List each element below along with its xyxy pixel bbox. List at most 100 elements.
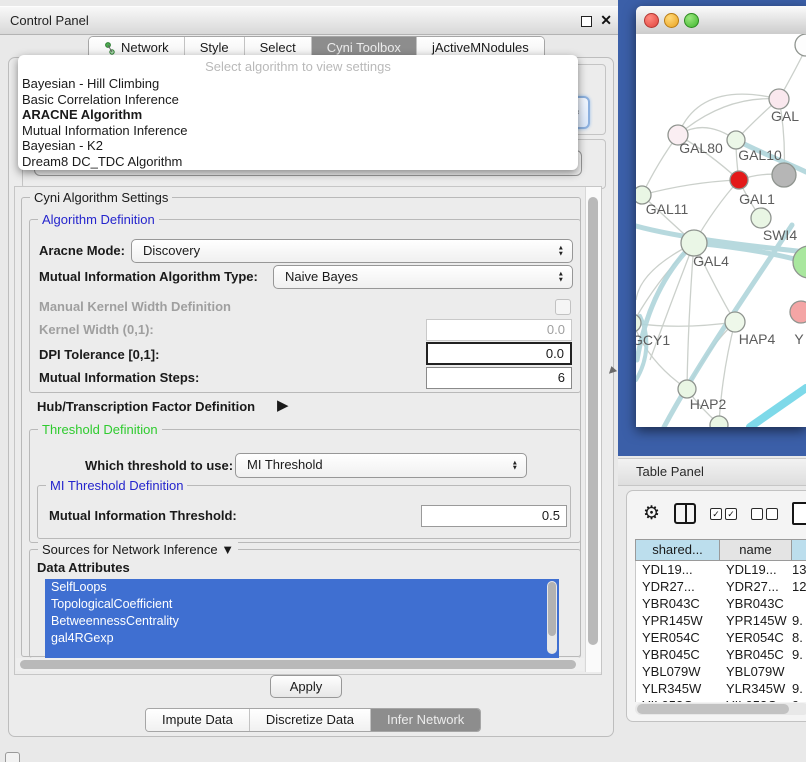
data-attributes-list[interactable]: SelfLoops TopologicalCoefficient Between… bbox=[45, 579, 559, 658]
scrollbar-thumb[interactable] bbox=[20, 660, 576, 669]
table-row[interactable]: YPR145WYPR145W9. bbox=[636, 612, 806, 629]
table-row[interactable]: YDR27...YDR27...12 bbox=[636, 578, 806, 595]
zoom-traffic-light-icon[interactable] bbox=[684, 13, 699, 28]
column-header-partial[interactable] bbox=[792, 540, 806, 560]
node-label: GAL11 bbox=[646, 201, 689, 217]
node-gray[interactable] bbox=[772, 163, 796, 187]
column-header-shared-name[interactable]: shared... bbox=[636, 540, 720, 560]
control-panel-title: Control Panel bbox=[10, 7, 89, 34]
spinner-arrows-icon: ▲▼ bbox=[558, 246, 564, 257]
node[interactable] bbox=[769, 89, 789, 109]
dropdown-option[interactable]: Bayesian - Hill Climbing bbox=[18, 76, 578, 92]
node[interactable] bbox=[795, 34, 806, 56]
table-panel: ⚙ ✓✓ shared... name YDL19...YDL19...13 Y… bbox=[626, 490, 806, 722]
triangle-down-icon[interactable]: ▼ bbox=[221, 542, 234, 557]
table-row[interactable]: YLR345WYLR345W9. bbox=[636, 680, 806, 697]
select-all-icon[interactable]: ✓✓ bbox=[710, 508, 737, 520]
list-item[interactable]: SelfLoops bbox=[45, 579, 559, 596]
list-item[interactable]: gal4RGexp bbox=[45, 630, 559, 647]
list-item[interactable]: BetweennessCentrality bbox=[45, 613, 559, 630]
table-row[interactable]: YBL079WYBL079W bbox=[636, 663, 806, 680]
settings-vertical-scrollbar[interactable] bbox=[585, 187, 601, 672]
dropdown-option[interactable]: Basic Correlation Inference bbox=[18, 92, 578, 108]
highlighted-edge bbox=[750, 388, 806, 427]
dropdown-option[interactable]: Dream8 DC_TDC Algorithm bbox=[18, 154, 578, 170]
mi-threshold-input[interactable]: 0.5 bbox=[421, 505, 567, 527]
split-columns-icon[interactable] bbox=[674, 503, 696, 524]
node-label: GAL4 bbox=[693, 253, 729, 269]
node-label: HAP2 bbox=[690, 396, 727, 412]
settings-horizontal-scrollbar[interactable] bbox=[16, 658, 584, 671]
column-header-name[interactable]: name bbox=[720, 540, 792, 560]
hub-section-label[interactable]: Hub/Transcription Factor Definition bbox=[37, 397, 255, 417]
tab-discretize-data[interactable]: Discretize Data bbox=[249, 709, 370, 731]
list-item[interactable]: TopologicalCoefficient bbox=[45, 596, 559, 613]
node-hap4[interactable] bbox=[725, 312, 745, 332]
table-row[interactable]: YBR043CYBR043C bbox=[636, 595, 806, 612]
tab-infer-network[interactable]: Infer Network bbox=[370, 709, 480, 731]
group-title: Sources for Network Inference ▼ bbox=[38, 542, 238, 557]
document-icon[interactable] bbox=[792, 502, 806, 525]
minimize-traffic-light-icon[interactable] bbox=[664, 13, 679, 28]
group-title: Algorithm Definition bbox=[38, 212, 159, 227]
bottom-tabs: Impute Data Discretize Data Infer Networ… bbox=[145, 708, 481, 732]
table-row[interactable]: YER054CYER054C8. bbox=[636, 629, 806, 646]
aracne-mode-value: Discovery bbox=[143, 243, 200, 258]
close-icon[interactable]: ✕ bbox=[600, 7, 612, 34]
node-swi4[interactable] bbox=[751, 208, 771, 228]
algorithm-dropdown-list: Select algorithm to view settings Bayesi… bbox=[18, 55, 578, 170]
list-vertical-scrollbar[interactable] bbox=[547, 581, 557, 654]
table-row[interactable]: YDL19...YDL19...13 bbox=[636, 561, 806, 578]
node-label: GCY1 bbox=[636, 332, 670, 348]
node-gal1-red[interactable] bbox=[730, 171, 748, 189]
spinner-arrows-icon: ▲▼ bbox=[512, 460, 518, 471]
dropdown-option-selected[interactable]: ARACNE Algorithm bbox=[18, 107, 578, 123]
mi-steps-input[interactable]: 6 bbox=[426, 367, 572, 389]
aracne-mode-label: Aracne Mode: bbox=[39, 239, 125, 263]
dropdown-option[interactable]: Mutual Information Inference bbox=[18, 123, 578, 139]
manual-kernel-checkbox[interactable] bbox=[555, 299, 571, 315]
close-traffic-light-icon[interactable] bbox=[644, 13, 659, 28]
which-threshold-combobox[interactable]: MI Threshold ▲▼ bbox=[235, 453, 527, 478]
network-window-titlebar[interactable] bbox=[636, 6, 806, 35]
cyni-settings-scrollpane: Cyni Algorithm Settings Algorithm Defini… bbox=[14, 186, 602, 675]
table-toolbar: ⚙ ✓✓ bbox=[643, 502, 806, 525]
node-label: SWI4 bbox=[763, 227, 797, 243]
scrollbar-thumb[interactable] bbox=[637, 704, 789, 714]
table-row[interactable]: YBR045CYBR045C9. bbox=[636, 646, 806, 663]
mi-algorithm-type-combobox[interactable]: Naive Bayes ▲▼ bbox=[273, 265, 573, 289]
kernel-width-input[interactable]: 0.0 bbox=[426, 319, 572, 341]
table-horizontal-scrollbar[interactable] bbox=[635, 703, 806, 715]
group-title: Cyni Algorithm Settings bbox=[30, 190, 172, 205]
corner-grip-icon[interactable] bbox=[5, 752, 20, 762]
node-label: Y bbox=[794, 331, 804, 347]
deselect-all-icon[interactable] bbox=[751, 508, 778, 520]
triangle-right-icon[interactable]: ▶ bbox=[277, 396, 289, 414]
scrollbar-thumb[interactable] bbox=[588, 197, 598, 645]
scrollbar-thumb[interactable] bbox=[548, 582, 556, 636]
control-panel-titlebar: Control Panel ✕ bbox=[0, 6, 620, 35]
node-salmon[interactable] bbox=[790, 301, 806, 323]
manual-kernel-label: Manual Kernel Width Definition bbox=[39, 297, 231, 317]
apply-button[interactable]: Apply bbox=[270, 675, 342, 698]
table-row[interactable]: YIL053CYIL053C9 bbox=[636, 697, 806, 702]
network-icon bbox=[104, 42, 116, 55]
table-panel-titlebar: Table Panel bbox=[618, 458, 806, 486]
mouse-cursor bbox=[609, 366, 618, 376]
sources-title: Sources for Network Inference bbox=[42, 542, 218, 557]
float-window-icon[interactable] bbox=[581, 16, 592, 27]
mi-threshold-label: Mutual Information Threshold: bbox=[49, 505, 237, 527]
mi-algorithm-type-label: Mutual Information Algorithm Type: bbox=[39, 265, 258, 289]
gear-icon[interactable]: ⚙ bbox=[643, 503, 660, 525]
node-label: HAP4 bbox=[739, 331, 776, 347]
which-threshold-label: Which threshold to use: bbox=[85, 453, 233, 478]
dropdown-option[interactable]: Bayesian - K2 bbox=[18, 138, 578, 154]
aracne-mode-combobox[interactable]: Discovery ▲▼ bbox=[131, 239, 573, 263]
dpi-tolerance-input[interactable]: 0.0 bbox=[426, 342, 572, 365]
data-attributes-label: Data Attributes bbox=[37, 559, 130, 577]
network-canvas[interactable]: GAL GAL80 GAL10 GAL1 GAL11 SWI4 GAL4 GCY… bbox=[636, 34, 806, 427]
group-title: Threshold Definition bbox=[38, 422, 162, 437]
dpi-tolerance-label: DPI Tolerance [0,1]: bbox=[39, 343, 159, 366]
screen: Control Panel ✕ Network Style Select Cyn… bbox=[0, 0, 806, 762]
tab-impute-data[interactable]: Impute Data bbox=[146, 709, 249, 731]
